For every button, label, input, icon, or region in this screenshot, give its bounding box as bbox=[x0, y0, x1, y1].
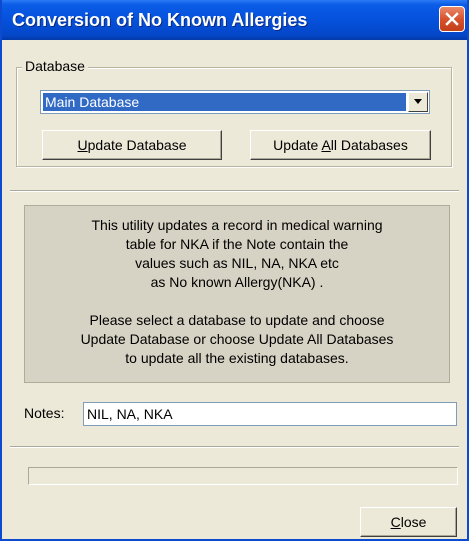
update-all-databases-button[interactable]: Update All Databases bbox=[250, 130, 431, 160]
info-line: to update all the existing databases. bbox=[125, 350, 349, 366]
update-database-label: pdate Database bbox=[87, 137, 187, 153]
separator-top bbox=[10, 190, 459, 192]
notes-input[interactable]: NIL, NA, NKA bbox=[83, 402, 457, 426]
database-select[interactable]: Main Database bbox=[40, 90, 430, 114]
progress-bar bbox=[28, 467, 458, 485]
title-bar[interactable]: Conversion of No Known Allergies bbox=[2, 0, 467, 40]
update-database-button[interactable]: Update Database bbox=[42, 130, 222, 160]
close-window-button[interactable] bbox=[439, 6, 465, 32]
info-line: values such as NIL, NA, NKA etc bbox=[135, 255, 339, 271]
database-select-dropdown-button[interactable] bbox=[408, 92, 428, 112]
info-panel: This utility updates a record in medical… bbox=[24, 205, 450, 383]
update-all-label-start: Update bbox=[273, 137, 322, 153]
close-label: lose bbox=[400, 514, 427, 530]
database-select-value: Main Database bbox=[43, 93, 406, 111]
info-line: Please select a database to update and c… bbox=[89, 312, 385, 328]
window-title: Conversion of No Known Allergies bbox=[12, 10, 308, 30]
conversion-dialog: Conversion of No Known Allergies Databas… bbox=[0, 0, 469, 541]
info-line: as No known Allergy(NKA) . bbox=[150, 274, 324, 290]
close-icon bbox=[445, 12, 459, 26]
update-all-mnemonic: A bbox=[321, 137, 331, 153]
close-button[interactable]: Close bbox=[360, 507, 457, 537]
info-line: table for NKA if the Note contain the bbox=[125, 236, 349, 252]
notes-label: Notes: bbox=[24, 405, 65, 421]
chevron-down-icon bbox=[414, 99, 422, 104]
database-group-legend: Database bbox=[22, 58, 88, 74]
update-all-label-end: ll Databases bbox=[330, 137, 408, 153]
info-line: Update Database or choose Update All Dat… bbox=[80, 331, 394, 347]
close-mnemonic: C bbox=[390, 514, 401, 530]
info-line: This utility updates a record in medical… bbox=[91, 217, 383, 233]
separator-bottom bbox=[10, 446, 459, 448]
update-database-mnemonic: U bbox=[77, 137, 88, 153]
